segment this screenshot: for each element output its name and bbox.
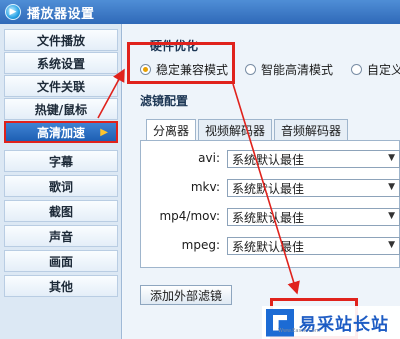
annotation-arrows	[97, 68, 300, 295]
arrow-sidebar-to-option	[97, 68, 125, 119]
watermark-subtext: Www.Easck.Com	[278, 328, 320, 334]
site-watermark: 易采站长站	[262, 306, 400, 339]
arrow-option-to-button	[232, 83, 300, 295]
